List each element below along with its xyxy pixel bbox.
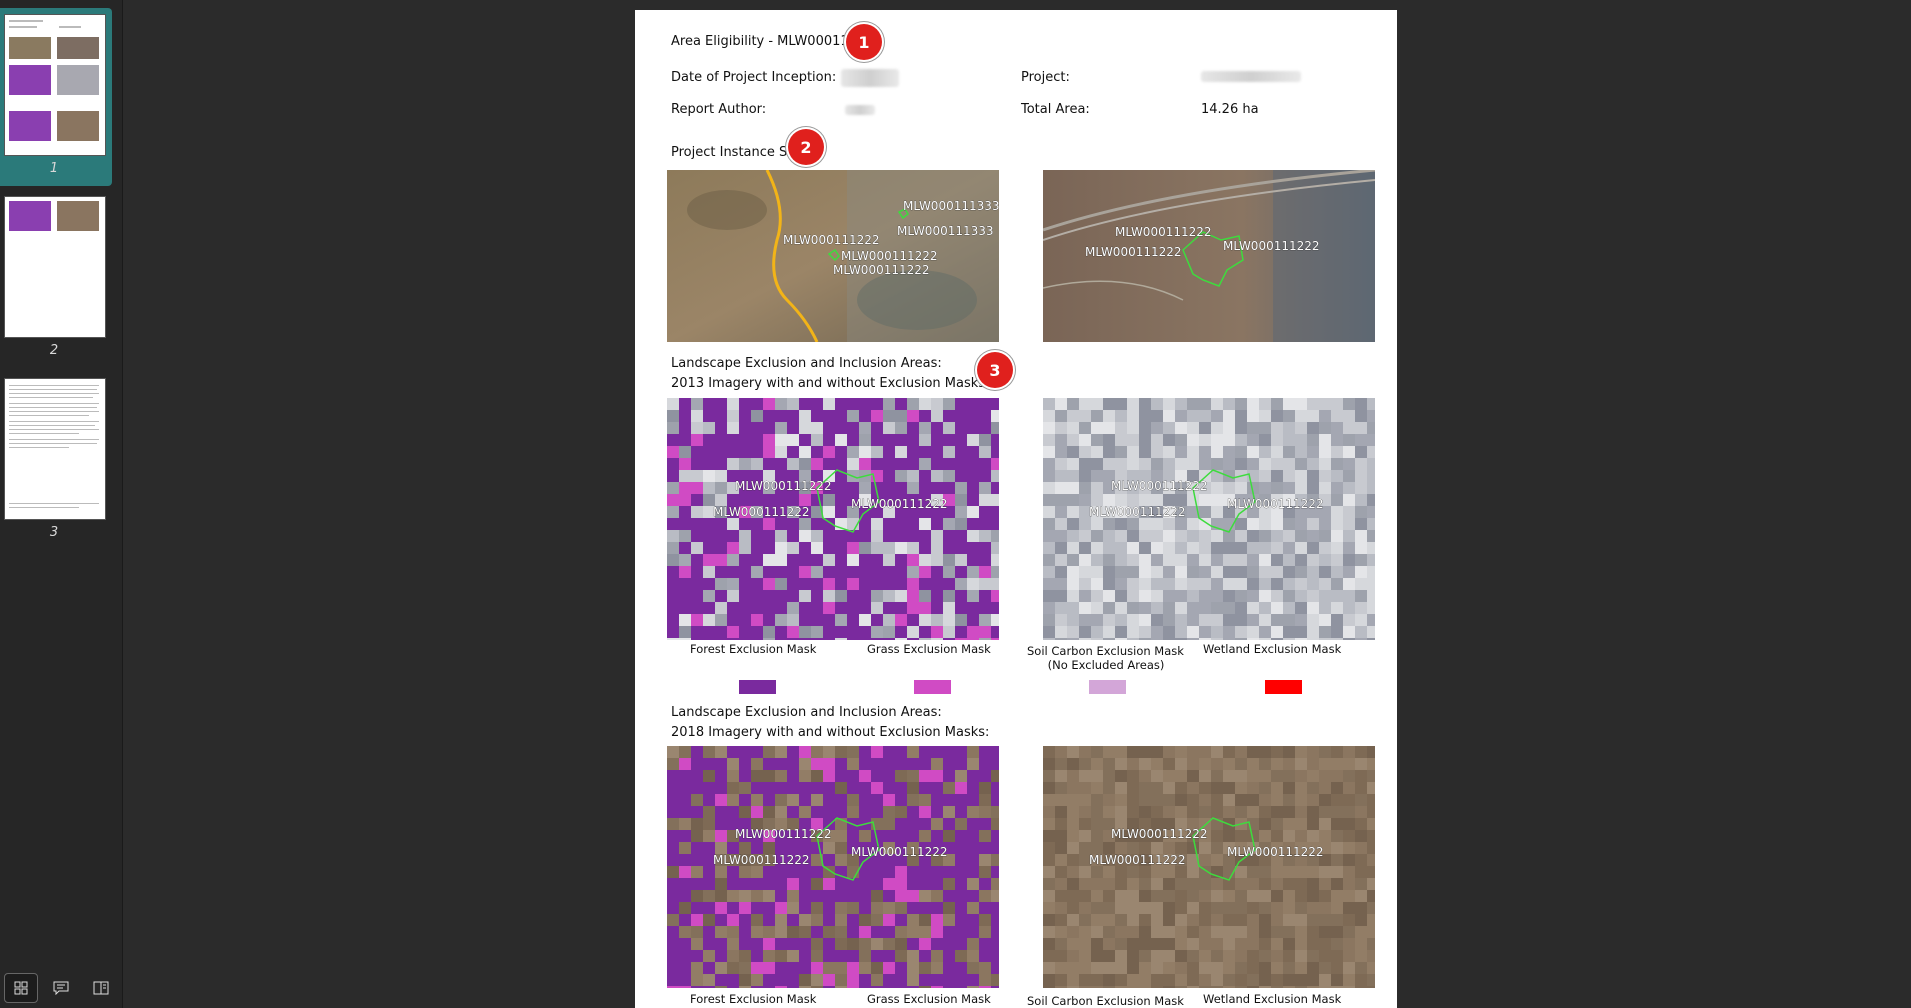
imagery-map-2013: MLW000111222 MLW000111222 MLW000111222: [1043, 398, 1375, 640]
comments-button[interactable]: [44, 973, 78, 1003]
date-label: Date of Project Inception:: [671, 70, 837, 85]
map-label: MLW000111222: [1227, 497, 1324, 511]
imagery-map-2018: MLW000111222 MLW000111222 MLW000111222: [1043, 746, 1375, 988]
map-label: MLW000111222: [1223, 239, 1320, 253]
comment-icon: [53, 981, 69, 995]
annotation-badge-1[interactable]: 1: [846, 24, 882, 60]
section-2013-heading-2: 2013 Imagery with and without Exclusion …: [671, 376, 990, 391]
section-2013-heading-1: Landscape Exclusion and Inclusion Areas:: [671, 356, 942, 371]
thumbnail-sidebar: 1 2 3: [0, 0, 123, 1008]
legend-wetland-label: Wetland Exclusion Mask: [1203, 642, 1342, 656]
legend-grass-swatch: [914, 680, 951, 694]
map-label: MLW000111222: [851, 845, 948, 859]
redacted-author: [845, 105, 875, 115]
grid-view-button[interactable]: [4, 973, 38, 1003]
author-label: Report Author:: [671, 102, 767, 117]
legend-forest-label: Forest Exclusion Mask: [690, 642, 817, 656]
thumbnail-page-3[interactable]: 3: [0, 372, 112, 550]
thumbnail-page-number: 2: [49, 343, 59, 358]
legend-soil-note: (No Excluded Areas): [1047, 658, 1165, 672]
section-2018-heading-2: 2018 Imagery with and without Exclusion …: [671, 725, 990, 740]
map-label: MLW000111222: [735, 827, 832, 841]
thumbnail-image-page-2: [4, 196, 106, 338]
map-label: MLW000111222: [1085, 245, 1182, 259]
annotation-badge-3[interactable]: 3: [977, 352, 1013, 388]
map-label: MLW000111222: [713, 505, 810, 519]
legend-wetland-swatch: [1265, 680, 1302, 694]
redacted-project: [1201, 71, 1301, 82]
thumbnail-page-1[interactable]: 1: [0, 8, 112, 186]
map-label: MLW000111222: [1089, 505, 1186, 519]
map-label: MLW000111222: [1115, 225, 1212, 239]
section-2018-heading-1: Landscape Exclusion and Inclusion Areas:: [671, 705, 942, 720]
thumbnail-page-2[interactable]: 2: [0, 190, 112, 368]
map-label: MLW000111222: [1227, 845, 1324, 859]
legend-wetland-label: Wetland Exclusion Mask: [1203, 992, 1342, 1006]
document-viewer[interactable]: Area Eligibility - MLW000111222 1 Date o…: [123, 0, 1911, 1008]
legend-grass-label: Grass Exclusion Mask: [867, 642, 991, 656]
project-label: Project:: [1021, 70, 1070, 85]
pdf-page: Area Eligibility - MLW000111222 1 Date o…: [635, 10, 1397, 1008]
legend-soil-label: Soil Carbon Exclusion Mask: [1027, 644, 1184, 658]
mask-map-2013: MLW000111222 MLW000111222 MLW000111222: [667, 398, 999, 640]
map-label: MLW000111222: [1089, 853, 1186, 867]
map-label: MLW000111222: [1111, 827, 1208, 841]
map-label: MLW000111222: [833, 263, 930, 277]
map-label: MLW000111222: [783, 233, 880, 247]
grid-icon: [14, 981, 28, 995]
legend-soil-swatch: [1089, 680, 1126, 694]
map-label: MLW000111222: [1111, 479, 1208, 493]
thumbnail-image-page-1: [4, 14, 106, 156]
map-label: MLW000111222: [841, 249, 938, 263]
outline-button[interactable]: [84, 973, 118, 1003]
map-label: MLW000111333: [903, 199, 999, 213]
site-overview-map: MLW000111333 MLW000111333 MLW000111222 M…: [667, 170, 999, 342]
site-detail-map: MLW000111222 MLW000111222 MLW000111222: [1043, 170, 1375, 342]
total-area-value: 14.26 ha: [1201, 102, 1259, 117]
thumbnail-page-number: 3: [49, 525, 59, 540]
legend-forest-label: Forest Exclusion Mask: [690, 992, 817, 1006]
sidebar-footer: [0, 968, 122, 1008]
thumbnail-page-number: 1: [49, 161, 59, 176]
map-label: MLW000111222: [713, 853, 810, 867]
legend-grass-label: Grass Exclusion Mask: [867, 992, 991, 1006]
thumbnail-image-page-3: [4, 378, 106, 520]
annotation-badge-2[interactable]: 2: [788, 129, 824, 165]
map-label: MLW000111222: [735, 479, 832, 493]
map-label: MLW000111333: [897, 224, 994, 238]
legend-soil-label: Soil Carbon Exclusion Mask: [1027, 994, 1184, 1008]
legend-forest-swatch: [739, 680, 776, 694]
panel-icon: [93, 981, 109, 995]
total-area-label: Total Area:: [1021, 102, 1090, 117]
redacted-date: [841, 69, 899, 87]
mask-map-2018: MLW000111222 MLW000111222 MLW000111222: [667, 746, 999, 988]
map-label: MLW000111222: [851, 497, 948, 511]
